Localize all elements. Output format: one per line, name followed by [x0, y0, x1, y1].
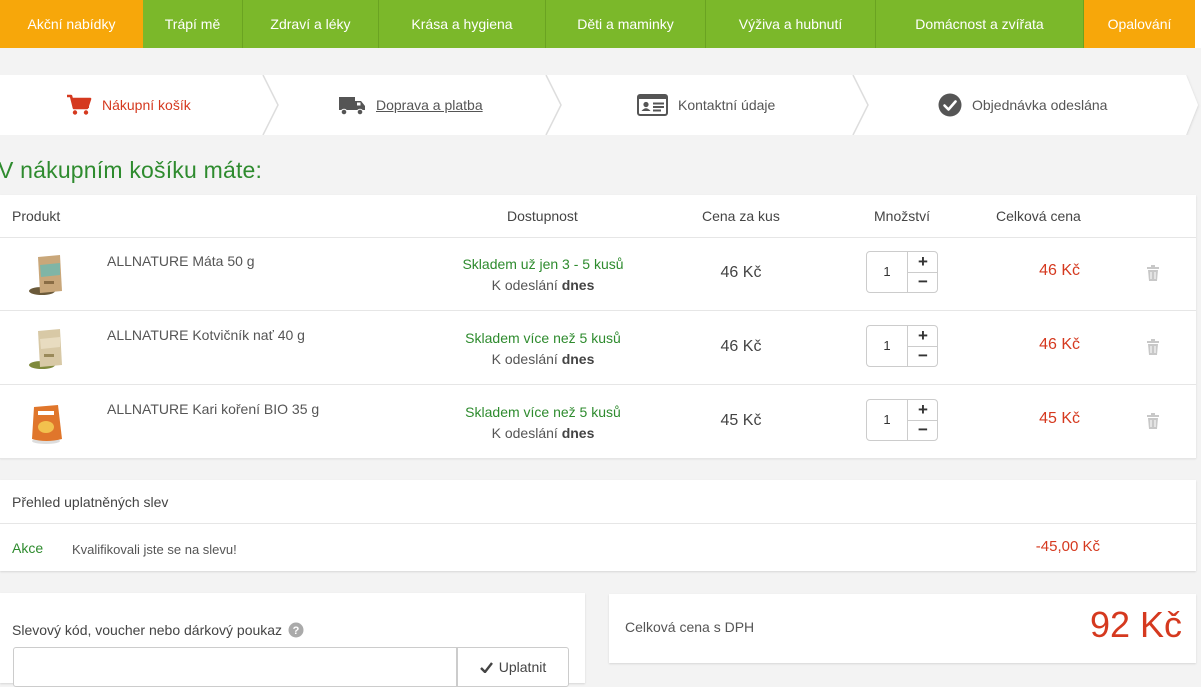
check-circle-icon — [938, 93, 962, 117]
minus-icon[interactable]: − — [908, 346, 938, 366]
shipping-prefix: K odeslání — [491, 351, 558, 367]
product-image-curry[interactable] — [26, 401, 66, 445]
header-unit-price: Cena za kus — [702, 208, 780, 224]
cart-row: ALLNATURE Máta 50 g Skladem už jen 3 - 5… — [0, 237, 1196, 311]
shipping-when: dnes — [561, 351, 595, 367]
step-cart-label: Nákupní košík — [102, 97, 191, 113]
quantity-input[interactable]: 1 — [867, 326, 908, 366]
product-image-kotvicnik[interactable] — [26, 327, 66, 371]
nav-item-opalovani[interactable]: Opalování — [1084, 0, 1195, 48]
header-quantity: Množství — [874, 208, 931, 224]
voucher-input[interactable] — [13, 647, 457, 687]
shipping-when: dnes — [561, 277, 595, 293]
cart-title: V nákupním košíku máte: — [0, 157, 263, 183]
step-order-sent[interactable]: Objednávka odeslána — [938, 75, 1107, 135]
cart-icon — [66, 94, 92, 116]
header-total: Celková cena — [996, 208, 1081, 224]
svg-text:?: ? — [293, 625, 300, 637]
row-total: 46 Kč — [1039, 336, 1080, 353]
top-navigation: Akční nabídky Trápí mě Zdraví a léky Krá… — [0, 0, 1201, 48]
checkout-steps: Nákupní košík Doprava a platba Kontaktní… — [0, 75, 1201, 135]
quantity-input[interactable]: 1 — [867, 252, 908, 292]
id-card-icon — [637, 94, 668, 116]
cart-table: Produkt Dostupnost Cena za kus Množství … — [0, 195, 1196, 459]
step-contact[interactable]: Kontaktní údaje — [637, 75, 775, 135]
cart-table-header: Produkt Dostupnost Cena za kus Množství … — [0, 195, 1196, 238]
header-product: Produkt — [12, 208, 61, 224]
shipping-info: K odeslání dnes — [430, 423, 656, 444]
nav-item-krasa-a-hygiena[interactable]: Krása a hygiena — [379, 0, 546, 48]
apply-voucher-label: Uplatnit — [498, 659, 547, 675]
step-shipping[interactable]: Doprava a platba — [338, 75, 483, 135]
cart-row: ALLNATURE Kari koření BIO 35 g Skladem v… — [0, 385, 1196, 459]
minus-icon[interactable]: − — [908, 420, 938, 440]
unit-price: 46 Kč — [720, 338, 762, 355]
quantity-stepper: 1 + − — [866, 399, 938, 441]
nav-item-domacnost-a-zvirata[interactable]: Domácnost a zvířata — [876, 0, 1084, 48]
discounts-panel: Přehled uplatněných slev Akce Kvalifikov… — [0, 480, 1196, 571]
stock-status: Skladem už jen 3 - 5 kusů — [462, 256, 624, 272]
row-total: 46 Kč — [1039, 262, 1080, 279]
divider — [0, 523, 1196, 524]
shipping-prefix: K odeslání — [491, 277, 558, 293]
shipping-info: K odeslání dnes — [430, 275, 656, 296]
availability: Skladem více než 5 kusů K odeslání dnes — [430, 328, 656, 370]
step-shipping-label: Doprava a platba — [376, 97, 483, 113]
nav-item-vyziva-a-hubnuti[interactable]: Výživa a hubnutí — [706, 0, 876, 48]
shipping-prefix: K odeslání — [491, 425, 558, 441]
order-total-label: Celková cena s DPH — [625, 619, 755, 635]
stock-status: Skladem více než 5 kusů — [465, 404, 621, 420]
order-total-value: 92 Kč — [1089, 604, 1182, 645]
step-order-sent-label: Objednávka odeslána — [972, 97, 1108, 113]
nav-item-trapi-me[interactable]: Trápí mě — [143, 0, 243, 48]
nav-item-akcni-nabidky[interactable]: Akční nabídky — [0, 0, 143, 48]
plus-icon[interactable]: + — [908, 400, 938, 421]
discount-name: Akce — [12, 540, 44, 556]
check-icon — [479, 661, 493, 673]
nav-item-zdravi-a-leky[interactable]: Zdraví a léky — [243, 0, 379, 48]
nav-edge — [1195, 0, 1201, 48]
step-cart[interactable]: Nákupní košík — [66, 75, 191, 135]
order-total-panel: Celková cena s DPH 92 Kč — [609, 594, 1196, 663]
shipping-when: dnes — [561, 425, 595, 441]
product-image-mint[interactable] — [26, 253, 66, 297]
quantity-stepper: 1 + − — [866, 251, 938, 293]
nav-item-deti-a-maminky[interactable]: Děti a maminky — [546, 0, 706, 48]
help-icon[interactable]: ? — [288, 622, 304, 638]
quantity-stepper: 1 + − — [866, 325, 938, 367]
availability: Skladem více než 5 kusů K odeslání dnes — [430, 402, 656, 444]
plus-icon[interactable]: + — [908, 326, 938, 347]
product-name[interactable]: ALLNATURE Kari koření BIO 35 g — [107, 401, 319, 417]
minus-icon[interactable]: − — [908, 272, 938, 292]
unit-price: 45 Kč — [720, 412, 762, 429]
voucher-label: Slevový kód, voucher nebo dárkový poukaz… — [12, 622, 304, 638]
discount-message: Kvalifikovali jste se na slevu! — [72, 542, 237, 557]
product-name[interactable]: ALLNATURE Máta 50 g — [107, 253, 255, 269]
step-contact-label: Kontaktní údaje — [678, 97, 776, 113]
trash-icon[interactable] — [1146, 265, 1160, 286]
stock-status: Skladem více než 5 kusů — [465, 330, 621, 346]
quantity-input[interactable]: 1 — [867, 400, 908, 440]
trash-icon[interactable] — [1146, 339, 1160, 360]
product-name[interactable]: ALLNATURE Kotvičník nať 40 g — [107, 327, 305, 343]
voucher-panel: Slevový kód, voucher nebo dárkový poukaz… — [0, 593, 585, 687]
cart-row: ALLNATURE Kotvičník nať 40 g Skladem víc… — [0, 311, 1196, 385]
availability: Skladem už jen 3 - 5 kusů K odeslání dne… — [430, 254, 656, 296]
trash-icon[interactable] — [1146, 413, 1160, 434]
unit-price: 46 Kč — [720, 264, 762, 281]
header-availability: Dostupnost — [507, 208, 578, 224]
discounts-title: Přehled uplatněných slev — [12, 494, 169, 510]
voucher-label-text: Slevový kód, voucher nebo dárkový poukaz — [12, 622, 283, 638]
row-total: 45 Kč — [1039, 410, 1080, 427]
plus-icon[interactable]: + — [908, 252, 938, 273]
truck-icon — [338, 94, 366, 116]
shipping-info: K odeslání dnes — [430, 349, 656, 370]
discount-amount: -45,00 Kč — [1035, 538, 1100, 555]
apply-voucher-button[interactable]: Uplatnit — [457, 647, 569, 687]
